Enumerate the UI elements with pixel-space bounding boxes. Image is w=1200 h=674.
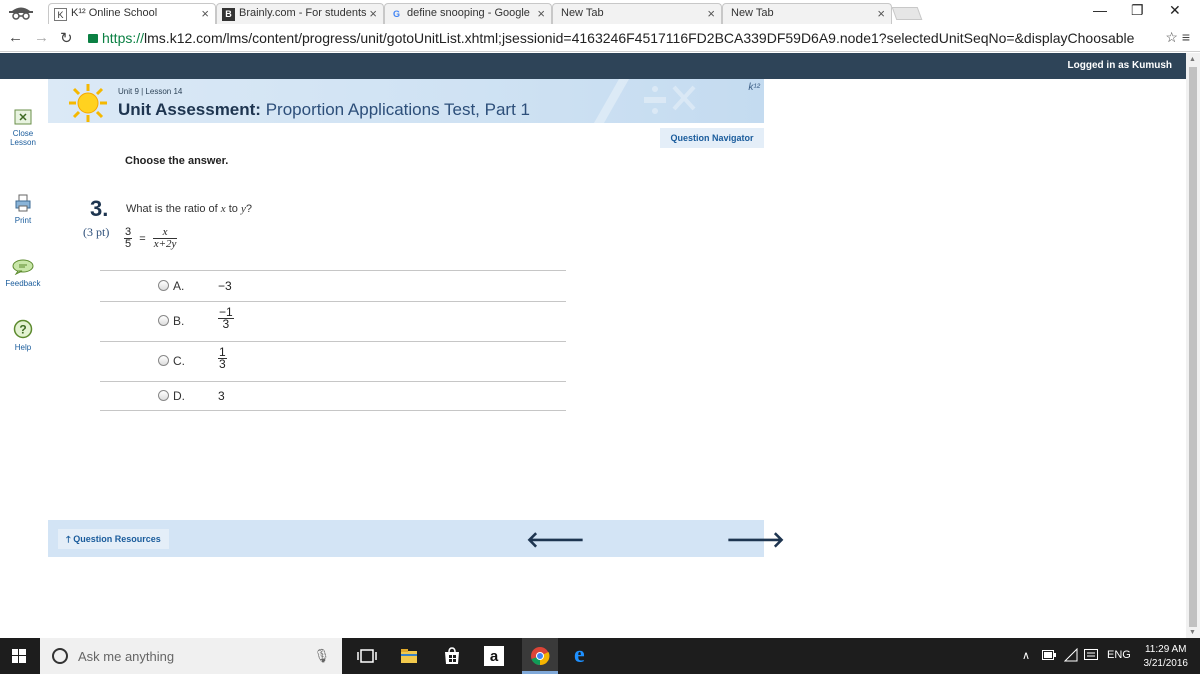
windows-start-icon[interactable] — [12, 649, 26, 663]
minimize-icon[interactable]: — — [1093, 2, 1107, 18]
tab-close-icon[interactable]: × — [877, 6, 885, 21]
address-bar-row: ← → ↻ https://lms.k12.com/lms/content/pr… — [0, 24, 1200, 52]
equation-right-fraction: x x+2y — [152, 226, 178, 250]
question-resources-button[interactable]: 🡑 Question Resources — [58, 529, 169, 549]
k12-top-bar: Logged in as Kumush — [0, 53, 1186, 79]
question-navigator-button[interactable]: Question Navigator — [660, 128, 764, 148]
svg-text:a: a — [490, 648, 499, 665]
reload-icon[interactable]: ↻ — [60, 29, 73, 47]
choice-c-radio[interactable] — [158, 355, 169, 366]
tab-k12[interactable]: K K¹² Online School × — [48, 3, 216, 24]
task-view-icon[interactable] — [357, 646, 377, 666]
k12-favicon-icon: K — [54, 8, 67, 21]
page-title: Unit Assessment: Proportion Applications… — [118, 100, 530, 119]
feedback-button[interactable]: Feedback — [0, 259, 46, 288]
choice-b-value: −1 3 — [218, 305, 234, 331]
file-explorer-icon[interactable] — [399, 646, 419, 666]
restore-icon[interactable]: ❐ — [1131, 2, 1144, 19]
speech-bubble-icon — [12, 259, 34, 275]
instruction-text: Choose the answer. — [125, 155, 229, 167]
edge-icon[interactable]: e — [574, 642, 585, 669]
question-points: (3 pt) — [83, 225, 110, 239]
answer-choices: A. −3 B. −1 3 C. 1 3 D. 3 — [100, 270, 566, 411]
tray-chevron-icon[interactable]: ∧ — [1022, 649, 1030, 662]
arrow-up-icon: 🡑 — [66, 534, 71, 544]
brainly-favicon-icon: B — [222, 8, 235, 21]
print-button[interactable]: Print — [0, 194, 46, 225]
help-button[interactable]: ? Help — [0, 319, 46, 352]
tab-close-icon[interactable]: × — [707, 6, 715, 21]
tab-new-1[interactable]: New Tab × — [552, 3, 722, 24]
lesson-header: Unit 9 | Lesson 14 Unit Assessment: Prop… — [48, 79, 764, 123]
new-tab-button[interactable] — [891, 7, 923, 20]
amazon-icon[interactable]: a — [484, 646, 504, 666]
scrollbar-thumb[interactable] — [1189, 67, 1197, 627]
choice-b[interactable]: B. −1 3 — [100, 301, 566, 341]
question-number: 3. — [90, 196, 109, 221]
lesson-sidebar: Close Lesson Print Feedback ? Help — [0, 79, 46, 638]
tab-close-icon[interactable]: × — [537, 6, 545, 21]
choice-a-value: −3 — [218, 279, 232, 293]
tab-close-icon[interactable]: × — [369, 6, 377, 21]
choice-d-value: 3 — [218, 389, 225, 403]
question-text: What is the ratio of x to y? — [126, 203, 252, 215]
math-symbols-decoration — [594, 79, 696, 123]
microphone-icon[interactable]: 🎙 — [313, 648, 330, 664]
equation-left-fraction: 3 5 — [124, 226, 133, 250]
choice-d-radio[interactable] — [158, 390, 169, 401]
logged-in-label: Logged in as Kumush — [1067, 60, 1172, 71]
url-field[interactable]: https://lms.k12.com/lms/content/progress… — [88, 28, 1168, 48]
choice-a-radio[interactable] — [158, 280, 169, 291]
notifications-icon[interactable] — [1084, 649, 1098, 662]
tab-brainly[interactable]: B Brainly.com - For students × — [216, 3, 384, 24]
sun-icon — [69, 84, 107, 122]
forward-arrow-icon[interactable]: → — [34, 29, 49, 46]
back-arrow-icon[interactable]: ← — [8, 29, 23, 46]
window-close-icon[interactable]: ✕ — [1169, 2, 1181, 19]
help-question-icon: ? — [13, 319, 33, 339]
svg-text:?: ? — [19, 323, 26, 337]
cortana-search-box[interactable]: Ask me anything 🎙 — [40, 638, 342, 674]
choice-a[interactable]: A. −3 — [100, 270, 566, 301]
choice-c[interactable]: C. 1 3 — [100, 341, 566, 381]
bookmark-star-icon[interactable]: ☆ ≡ — [1165, 29, 1190, 46]
windows-taskbar: Ask me anything 🎙 a e ∧ ENG 11:29 AM 3/2… — [0, 638, 1200, 674]
choice-c-value: 1 3 — [218, 345, 227, 371]
store-icon[interactable] — [442, 646, 462, 666]
battery-icon[interactable] — [1042, 650, 1056, 660]
printer-icon — [15, 194, 31, 212]
next-arrow-icon[interactable]: 🡒 — [726, 527, 785, 553]
page-scrollbar[interactable]: ▲ ▼ — [1186, 53, 1200, 638]
k12-logo: k¹² — [748, 82, 760, 93]
previous-arrow-icon[interactable]: 🡐 — [526, 527, 585, 553]
tab-google[interactable]: G define snooping - Google × — [384, 3, 552, 24]
choice-d[interactable]: D. 3 — [100, 381, 566, 411]
language-indicator[interactable]: ENG — [1107, 649, 1131, 661]
google-favicon-icon: G — [392, 9, 400, 19]
choice-b-radio[interactable] — [158, 315, 169, 326]
question-footer-bar: 🡑 Question Resources 🡐 🡒 — [48, 520, 785, 557]
browser-tab-bar: K K¹² Online School × B Brainly.com - Fo… — [0, 0, 1200, 24]
tab-close-icon[interactable]: × — [201, 6, 209, 21]
question-equation: 3 5 = x x+2y — [124, 226, 178, 250]
chrome-icon[interactable] — [530, 646, 550, 666]
lesson-label: Unit 9 | Lesson 14 — [118, 87, 183, 96]
system-clock[interactable]: 11:29 AM 3/21/2016 — [1144, 643, 1189, 671]
cortana-icon — [52, 648, 68, 664]
tab-new-2[interactable]: New Tab × — [722, 3, 892, 24]
close-box-icon — [14, 109, 32, 125]
lock-icon — [88, 34, 98, 43]
incognito-icon — [9, 7, 33, 20]
scroll-up-icon[interactable]: ▲ — [1189, 56, 1196, 63]
wifi-icon[interactable] — [1064, 648, 1078, 662]
scroll-down-icon[interactable]: ▼ — [1189, 629, 1196, 636]
close-lesson-button[interactable]: Close Lesson — [0, 109, 46, 147]
